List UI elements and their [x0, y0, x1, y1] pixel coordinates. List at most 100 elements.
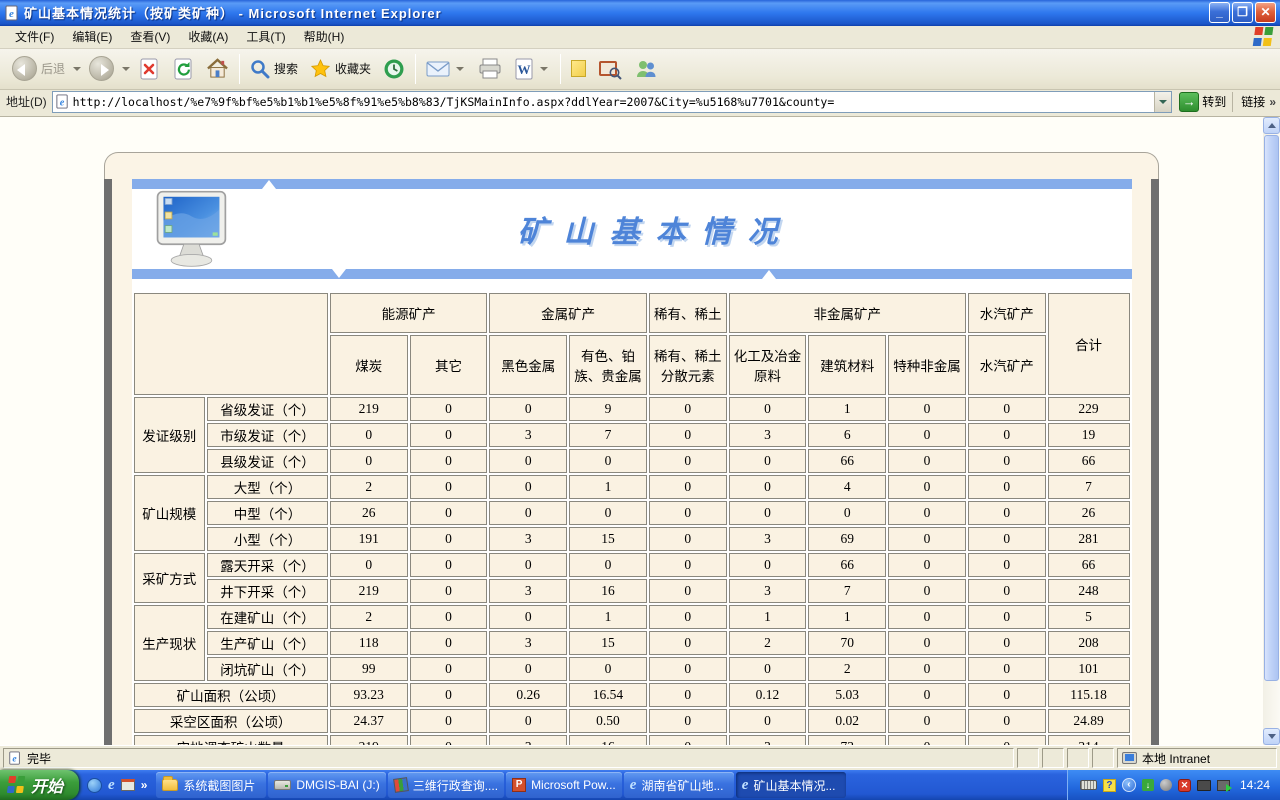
- value-cell: 0: [569, 657, 647, 681]
- hide-tray-icons-button[interactable]: ‹: [1122, 778, 1136, 792]
- folder-icon: [162, 779, 178, 791]
- menu-favorites[interactable]: 收藏(A): [179, 25, 237, 48]
- links-toolbar[interactable]: 链接 »: [1232, 92, 1276, 112]
- restore-button[interactable]: ❐: [1232, 2, 1253, 23]
- edit-word-button[interactable]: W: [508, 51, 556, 87]
- messenger-button[interactable]: [628, 51, 664, 87]
- task-button[interactable]: PMicrosoft Pow...: [506, 772, 622, 798]
- back-dropdown-icon[interactable]: [73, 67, 81, 71]
- value-cell: 4: [808, 475, 886, 499]
- research-button[interactable]: [592, 51, 628, 87]
- value-cell: 0: [649, 657, 727, 681]
- menu-help[interactable]: 帮助(H): [295, 25, 354, 48]
- windows-logo-icon: [1253, 27, 1276, 47]
- refresh-button[interactable]: [166, 51, 200, 87]
- vertical-scrollbar[interactable]: [1263, 117, 1280, 745]
- back-button[interactable]: 后退: [6, 51, 71, 87]
- value-cell: 115.18: [1048, 683, 1130, 707]
- task-button[interactable]: 三维行政查询....: [388, 772, 504, 798]
- tray-volume-icon[interactable]: [1160, 779, 1172, 791]
- task-button[interactable]: 系统截图图片: [156, 772, 266, 798]
- value-cell: 0: [968, 423, 1046, 447]
- tray-security-icon[interactable]: ✕: [1178, 779, 1191, 792]
- value-cell: 0: [968, 397, 1046, 421]
- quick-launch-overflow-icon[interactable]: »: [141, 778, 148, 792]
- tray-update-icon[interactable]: ↓: [1142, 779, 1154, 791]
- table-row: 中型（个）260000000026: [134, 501, 1130, 525]
- value-cell: 0: [330, 553, 408, 577]
- value-cell: 0: [489, 449, 567, 473]
- quick-launch-app-icon[interactable]: [121, 779, 135, 791]
- home-button[interactable]: [200, 51, 235, 87]
- notes-button[interactable]: [565, 51, 592, 87]
- value-cell: 5.03: [808, 683, 886, 707]
- value-cell: 16: [569, 579, 647, 603]
- address-input[interactable]: [73, 93, 1155, 111]
- start-windows-flag-icon: [7, 776, 28, 794]
- favorites-button[interactable]: 收藏夹: [304, 51, 377, 87]
- intranet-zone-icon: [1122, 752, 1137, 764]
- history-button[interactable]: [377, 51, 411, 87]
- menu-view[interactable]: 查看(V): [121, 25, 179, 48]
- ie-icon: e: [630, 778, 637, 792]
- value-cell: 26: [1048, 501, 1130, 525]
- tray-display-icon[interactable]: [1197, 780, 1211, 791]
- scroll-thumb[interactable]: [1264, 135, 1279, 681]
- tray-network-activity-icon[interactable]: [1217, 780, 1230, 791]
- value-cell: 208: [1048, 631, 1130, 655]
- value-cell: 0: [888, 449, 966, 473]
- table-row: 县级发证（个）000000660066: [134, 449, 1130, 473]
- menu-file[interactable]: 文件(F): [6, 25, 63, 48]
- address-box: e: [52, 91, 1173, 113]
- value-cell: 19: [1048, 423, 1130, 447]
- page-header: 矿山基本情况: [132, 189, 1132, 269]
- header-bottom-bar: [132, 269, 1132, 279]
- value-cell: 1: [729, 605, 807, 629]
- forward-button[interactable]: [83, 51, 120, 87]
- row-label-cell: 中型（个）: [207, 501, 328, 525]
- language-help-icon[interactable]: ?: [1103, 779, 1116, 792]
- table-row: 生产现状在建矿山（个）2001011005: [134, 605, 1130, 629]
- group-header-cell: 水汽矿产: [968, 293, 1046, 333]
- value-cell: 0: [410, 605, 488, 629]
- menu-edit[interactable]: 编辑(E): [63, 25, 121, 48]
- print-button[interactable]: [472, 51, 508, 87]
- minimize-button[interactable]: _: [1209, 2, 1230, 23]
- value-cell: 16.54: [569, 683, 647, 707]
- left-shadow-bar: [104, 179, 112, 745]
- page-title: 矿山基本情况: [240, 207, 1132, 251]
- quick-launch-globe-icon[interactable]: [87, 778, 102, 793]
- task-button[interactable]: e湖南省矿山地...: [624, 772, 734, 798]
- value-cell: 219: [330, 579, 408, 603]
- close-button[interactable]: ✕: [1255, 2, 1276, 23]
- row-group-cell: 发证级别: [134, 397, 206, 473]
- forward-dropdown-icon[interactable]: [122, 67, 130, 71]
- value-cell: 0: [968, 579, 1046, 603]
- note-icon: [571, 60, 586, 77]
- address-dropdown-button[interactable]: [1154, 92, 1171, 112]
- quick-launch-ie-icon[interactable]: e: [108, 778, 115, 792]
- column-header-cell: 黑色金属: [489, 335, 567, 395]
- value-cell: 7: [808, 579, 886, 603]
- scroll-down-button[interactable]: [1263, 728, 1280, 745]
- task-button[interactable]: e矿山基本情况...: [736, 772, 846, 798]
- value-cell: 16: [569, 735, 647, 745]
- stop-button[interactable]: [132, 51, 166, 87]
- value-cell: 3: [489, 579, 567, 603]
- title-bar: e 矿山基本情况统计（按矿类矿种） - Microsoft Internet E…: [0, 0, 1280, 26]
- value-cell: 0: [888, 657, 966, 681]
- task-button[interactable]: DMGIS-BAI (J:): [268, 772, 385, 798]
- menu-tools[interactable]: 工具(T): [237, 25, 294, 48]
- table-row: 矿山规模大型（个）2001004007: [134, 475, 1130, 499]
- value-cell: 6: [808, 423, 886, 447]
- go-button[interactable]: → 转到: [1179, 92, 1226, 112]
- scroll-up-button[interactable]: [1263, 117, 1280, 134]
- mail-button[interactable]: [420, 51, 472, 87]
- search-button[interactable]: 搜索: [244, 51, 304, 87]
- value-cell: 0: [729, 553, 807, 577]
- links-overflow-icon[interactable]: »: [1269, 95, 1276, 109]
- messenger-icon: [634, 59, 658, 79]
- value-cell: 2: [729, 631, 807, 655]
- start-button[interactable]: 开始: [0, 770, 79, 800]
- keyboard-layout-icon[interactable]: [1080, 780, 1097, 790]
